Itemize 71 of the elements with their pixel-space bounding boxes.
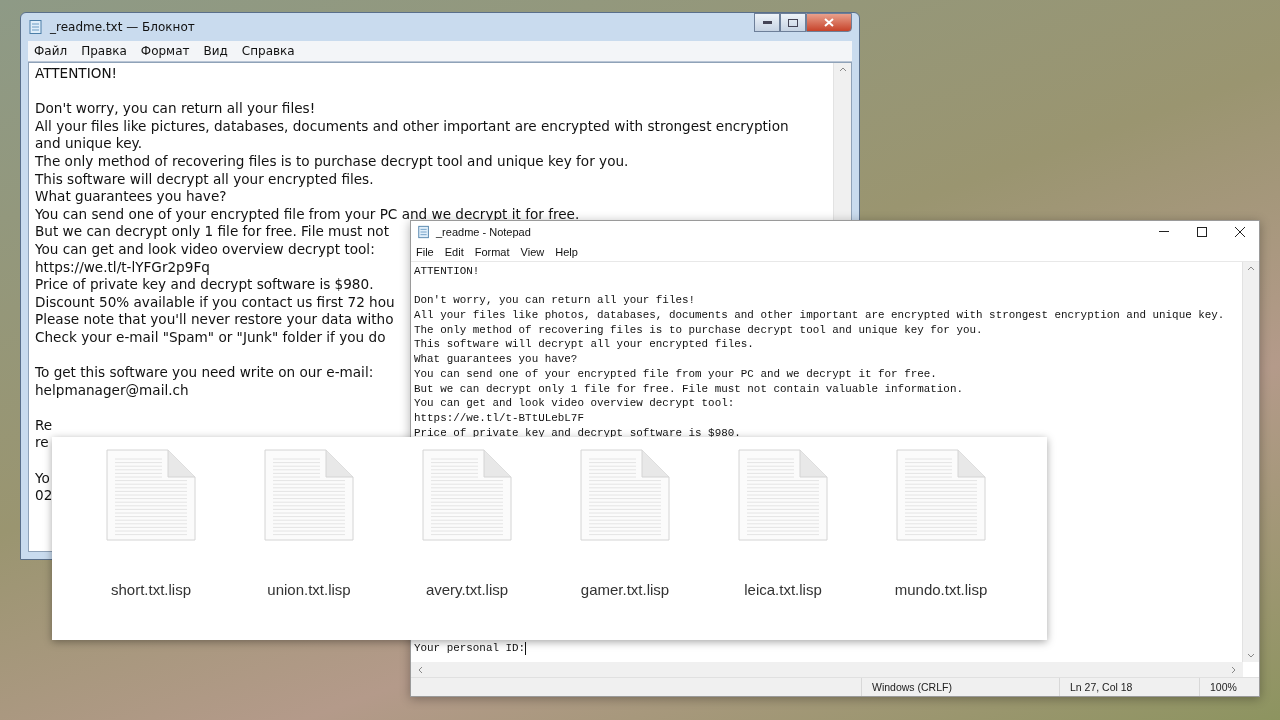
text-line: But we can decrypt only 1 file for free. File must not contain valuable information. xyxy=(414,381,963,397)
text-line: https://we.tl/t-BTtULebL7F xyxy=(414,410,584,426)
window-title: _readme - Notepad xyxy=(436,226,531,238)
text-line: Please note that you'll never restore your data witho xyxy=(35,311,394,329)
text-line: You can send one of your encrypted file from your PC and we decrypt it for free. xyxy=(414,366,937,382)
text-line: Price of private key and decrypt software is $980. xyxy=(414,425,741,441)
notepad-icon xyxy=(417,225,431,239)
file-name[interactable]: mundo.txt.lisp xyxy=(894,581,988,598)
scroll-down-icon[interactable] xyxy=(1247,653,1255,659)
status-text: Windows (CRLF) xyxy=(861,678,1059,696)
file-name[interactable]: short.txt.lisp xyxy=(111,581,191,598)
status-text: Ln 27, Col 18 xyxy=(1059,678,1199,696)
text-line: ATTENTION! xyxy=(35,65,117,83)
horizontal-scrollbar[interactable] xyxy=(411,662,1243,677)
close-icon xyxy=(824,18,834,27)
text-line: Your personal ID: xyxy=(414,641,526,656)
text-line: Check your e-mail "Spam" or "Junk" folder if you do xyxy=(35,328,386,347)
text-line: All your files like pictures, databases, documents and other important are encrypted with strongest encryption xyxy=(35,117,789,136)
text-line: What guarantees you have? xyxy=(414,352,578,367)
text-line: All your files like photos, databases, documents and other important are encrypted with strongest encryption and unique key. xyxy=(414,308,1225,323)
menu-item[interactable]: Format xyxy=(474,246,510,258)
menu-item[interactable]: View xyxy=(520,246,545,258)
text-line: https://we.tl/t-lYFGr2p9Fq xyxy=(35,258,210,277)
maximize-icon xyxy=(788,18,798,27)
text-line: Re xyxy=(35,416,53,435)
text-line: To get this software you need write on our e-mail: xyxy=(35,364,374,382)
text-line: Price of private key and decrypt software is $980. xyxy=(35,276,374,294)
file-name[interactable]: union.txt.lisp xyxy=(267,581,351,598)
menu-item[interactable]: Правка xyxy=(81,44,127,58)
text-line: The only method of recovering files is to purchase decrypt tool and unique key for you. xyxy=(35,152,629,171)
text-line: Discount 50% available if you contact us first 72 hou xyxy=(35,293,395,312)
menu-item[interactable]: Вид xyxy=(203,44,228,58)
minimize-button[interactable] xyxy=(754,13,780,32)
text-line: and unique key. xyxy=(35,135,142,153)
scroll-up-icon[interactable] xyxy=(1247,265,1255,271)
text-line: 02 xyxy=(35,487,53,505)
text-line: helpmanager@mail.ch xyxy=(35,381,189,400)
notepad-icon xyxy=(28,19,44,35)
text-line: You can send one of your encrypted file from your PC and we decrypt it for free. xyxy=(35,205,580,224)
text-line: This software will decrypt all your encrypted files. xyxy=(414,337,754,353)
text-line: re xyxy=(35,434,49,453)
status-text: 100% xyxy=(1199,678,1259,696)
scroll-up-icon[interactable] xyxy=(838,66,847,72)
text-line: Yo xyxy=(35,469,50,488)
maximize-icon xyxy=(1197,227,1207,237)
menu-item[interactable]: Файл xyxy=(34,44,68,58)
minimize-icon xyxy=(1159,231,1169,233)
file-name[interactable]: avery.txt.lisp xyxy=(425,581,509,598)
menu-item[interactable]: Edit xyxy=(444,246,464,258)
minimize-icon xyxy=(762,20,772,25)
text-line: Don't worry, you can return all your files! xyxy=(414,293,696,309)
file-name[interactable]: gamer.txt.lisp xyxy=(580,581,670,598)
maximize-button[interactable] xyxy=(780,13,806,32)
text-line: But we can decrypt only 1 file for free. File must not xyxy=(35,223,389,241)
close-icon xyxy=(1235,227,1245,237)
text-line: What guarantees you have? xyxy=(35,188,227,206)
text-line: You can get and look video overview decrypt tool: xyxy=(414,396,735,411)
text-cursor xyxy=(525,642,527,656)
scroll-right-icon[interactable] xyxy=(1231,665,1237,674)
text-line: You can get and look video overview decrypt tool: xyxy=(35,240,375,259)
menu-item[interactable]: File xyxy=(416,246,434,258)
window-title: _readme.txt — Блокнот xyxy=(50,20,195,34)
text-line: This software will decrypt all your encrypted files. xyxy=(35,170,374,189)
scroll-left-icon[interactable] xyxy=(417,665,423,674)
menu-item[interactable]: Справка xyxy=(241,44,295,58)
text-line: Don't worry, you can return all your files! xyxy=(35,100,316,118)
file-name[interactable]: leica.txt.lisp xyxy=(744,581,822,598)
menu-item[interactable]: Формат xyxy=(140,44,190,58)
menu-item[interactable]: Help xyxy=(555,246,578,258)
text-line: ATTENTION! xyxy=(414,264,480,279)
text-line: The only method of recovering files is to purchase decrypt tool and unique key for you. xyxy=(414,322,983,338)
